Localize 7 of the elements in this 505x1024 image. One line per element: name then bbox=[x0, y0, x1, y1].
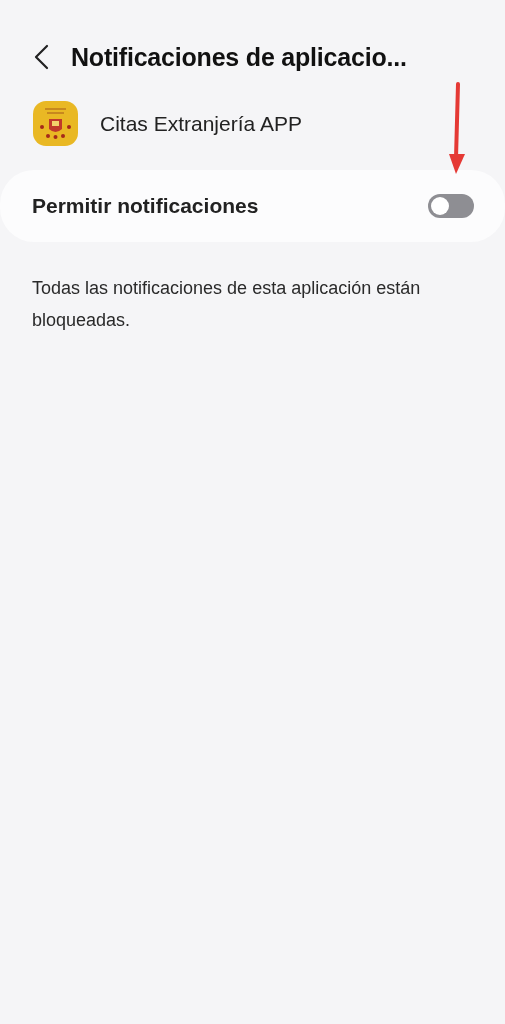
back-icon[interactable] bbox=[33, 44, 49, 70]
page-title: Notificaciones de aplicacio... bbox=[71, 42, 407, 72]
toggle-switch[interactable] bbox=[428, 194, 474, 218]
setting-label: Permitir notificaciones bbox=[32, 194, 259, 218]
app-name: Citas Extranjería APP bbox=[100, 111, 302, 136]
app-icon bbox=[33, 101, 78, 146]
description-text: Todas las notificaciones de esta aplicación están bloqueadas. bbox=[32, 277, 422, 332]
